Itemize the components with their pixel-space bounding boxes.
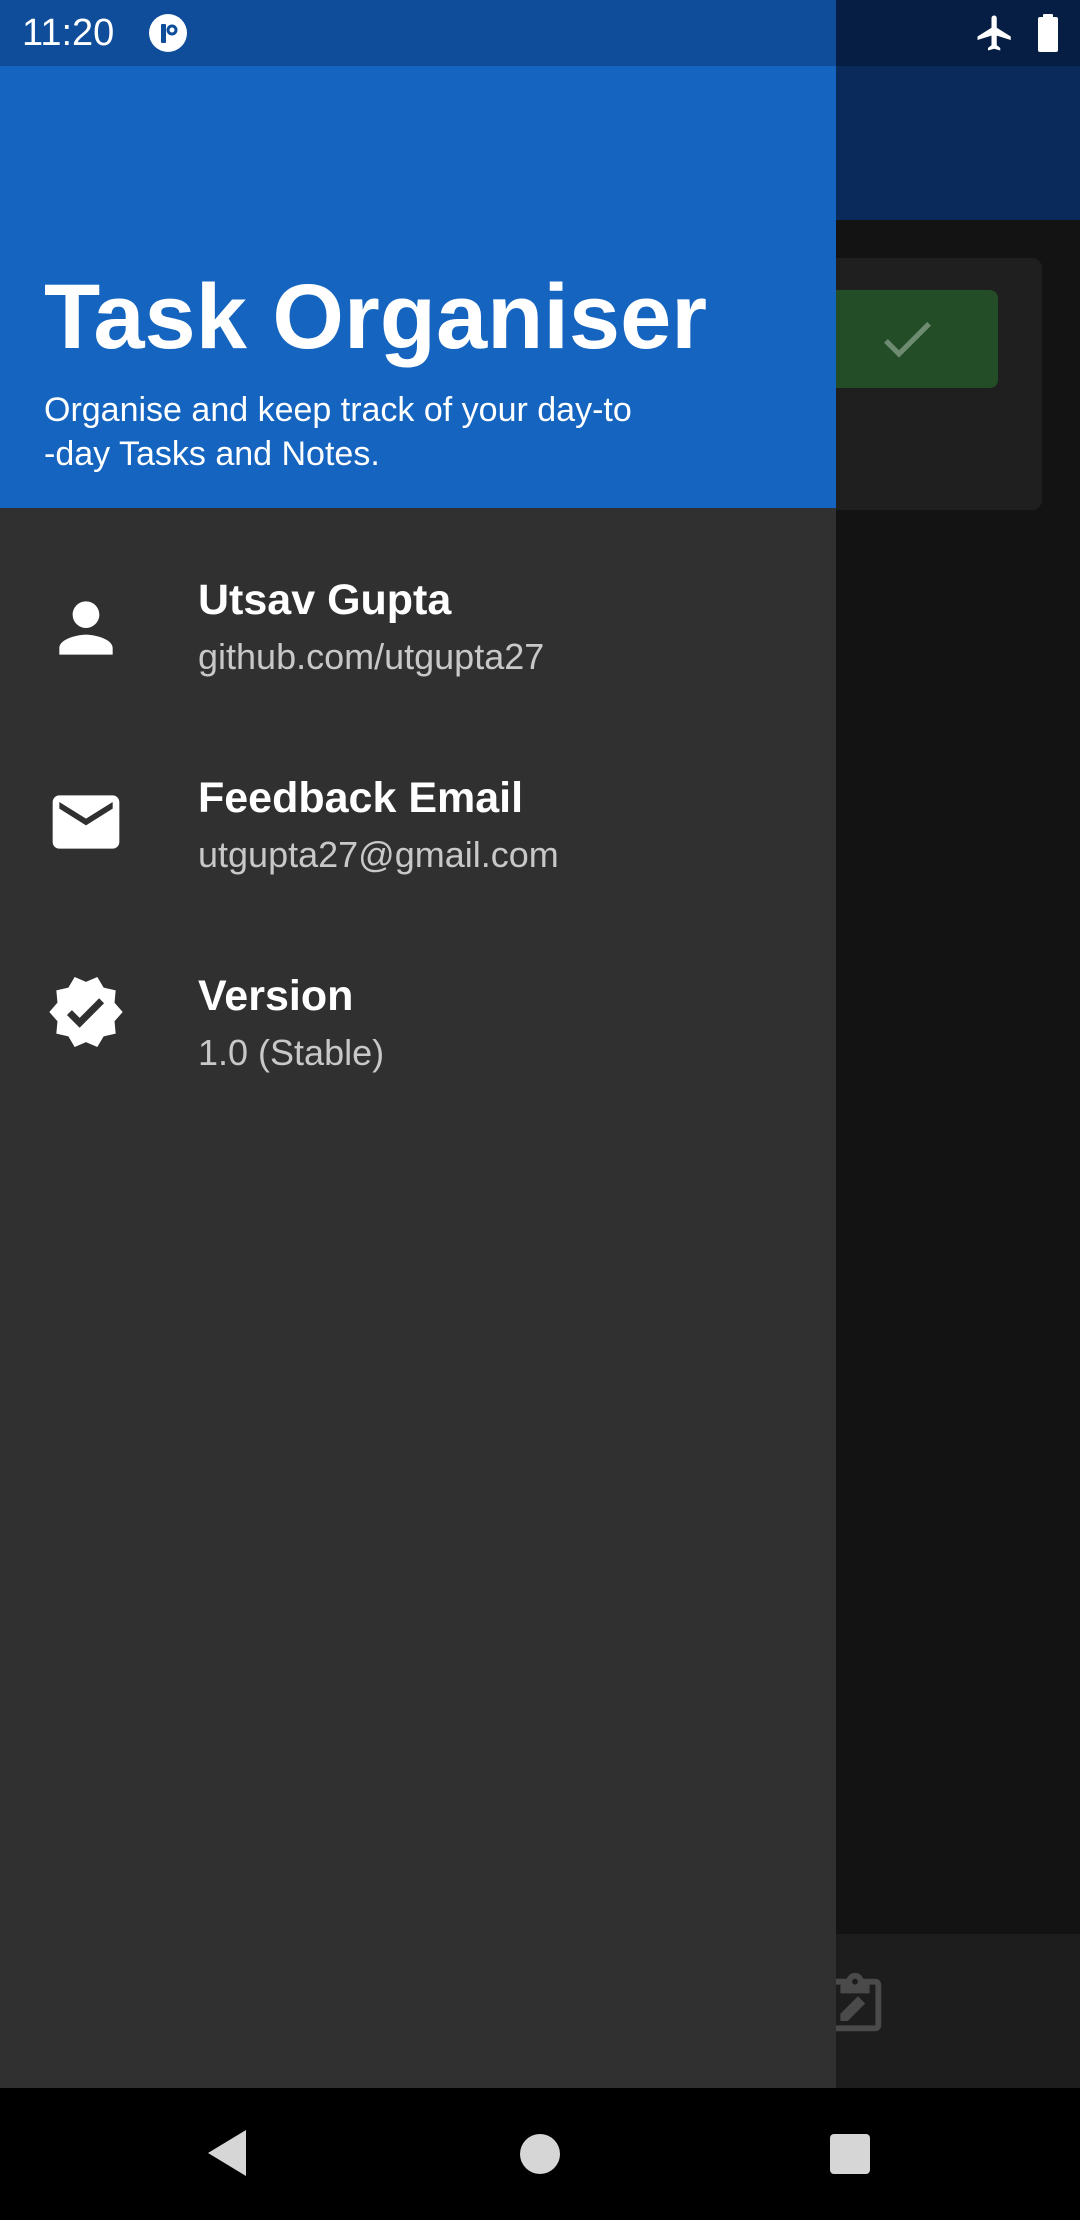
drawer-item-version-subtitle: 1.0 (Stable) <box>198 1032 385 1073</box>
drawer-item-author[interactable]: Utsav Gupta github.com/utgupta27 <box>0 548 836 718</box>
app-notification-icon <box>149 14 187 52</box>
status-time: 11:20 <box>22 12 115 54</box>
drawer-item-author-title: Utsav Gupta <box>198 576 452 624</box>
check-icon <box>884 321 931 358</box>
battery-icon <box>1038 14 1058 52</box>
drawer-item-version[interactable]: Version 1.0 (Stable) <box>0 944 836 1114</box>
drawer-item-feedback-email[interactable]: Feedback Email utgupta27@gmail.com <box>0 746 836 916</box>
system-nav-bar <box>0 2088 1080 2220</box>
recents-icon[interactable] <box>830 2134 870 2174</box>
back-icon[interactable] <box>204 2128 248 2178</box>
drawer-subtitle: Organise and keep track of your day-to -… <box>44 388 784 476</box>
mail-icon <box>52 795 120 849</box>
person-icon <box>59 601 113 655</box>
drawer-subtitle-line-1: Organise and keep track of your day-to <box>44 391 632 429</box>
background-done-button[interactable] <box>816 290 998 388</box>
drawer-item-version-title: Version <box>198 972 354 1020</box>
drawer-item-feedback-email-title: Feedback Email <box>198 774 524 822</box>
verified-badge-icon <box>49 977 123 1047</box>
drawer-item-author-subtitle: github.com/utgupta27 <box>198 636 545 677</box>
drawer-subtitle-line-2: -day Tasks and Notes. <box>44 435 380 473</box>
navigation-drawer: Task Organiser Organise and keep track o… <box>0 0 836 2088</box>
airplane-mode-icon <box>977 15 1011 51</box>
drawer-header: Task Organiser Organise and keep track o… <box>0 0 836 508</box>
drawer-title: Task Organiser <box>44 266 708 368</box>
drawer-item-feedback-email-subtitle: utgupta27@gmail.com <box>198 834 559 875</box>
status-bar: 11:20 <box>0 0 1080 66</box>
home-icon[interactable] <box>520 2134 560 2174</box>
